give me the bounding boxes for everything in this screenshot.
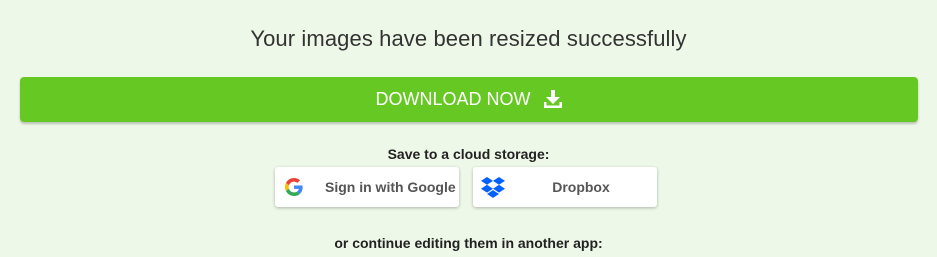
continue-editing-label: or continue editing them in another app:: [334, 235, 603, 251]
download-icon: [543, 90, 563, 109]
google-button-label: Sign in with Google: [325, 179, 456, 195]
sign-in-with-google-button[interactable]: Sign in with Google: [275, 167, 459, 207]
download-now-button[interactable]: DOWNLOAD NOW: [20, 77, 918, 122]
download-button-label: DOWNLOAD NOW: [375, 89, 531, 109]
dropbox-button[interactable]: Dropbox: [473, 167, 657, 207]
google-icon: [285, 178, 303, 199]
cloud-storage-label: Save to a cloud storage:: [387, 146, 550, 162]
page-title: Your images have been resized successful…: [250, 26, 687, 51]
dropbox-button-label: Dropbox: [552, 179, 610, 195]
